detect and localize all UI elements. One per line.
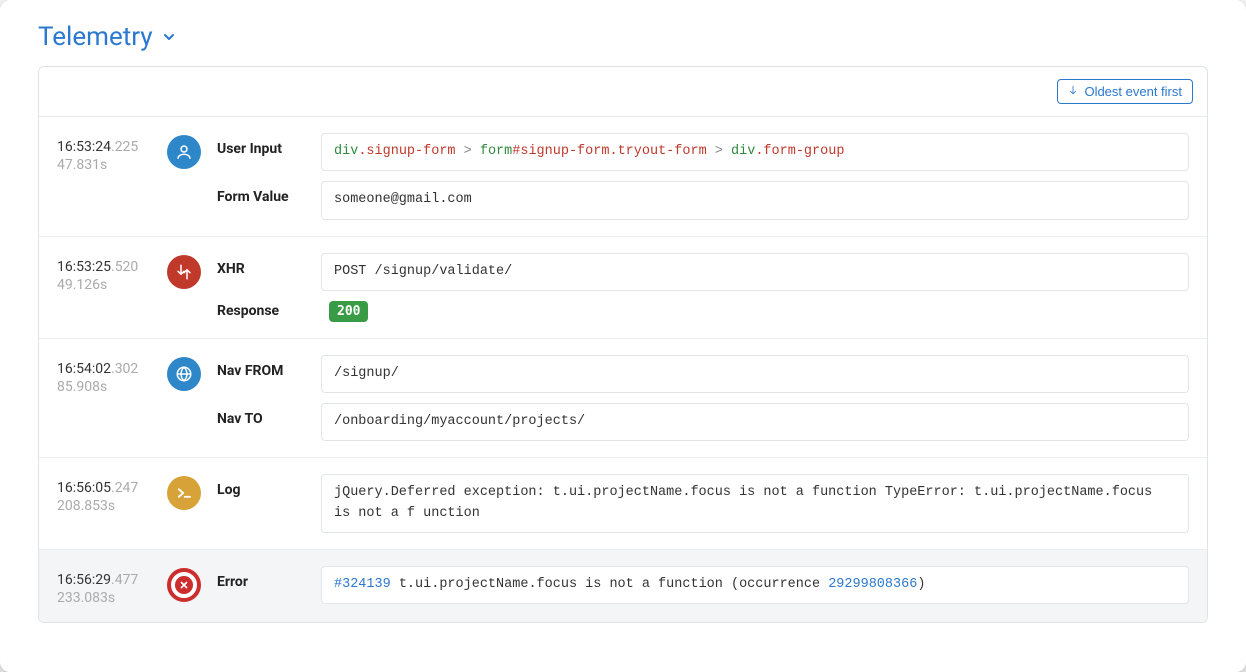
globe-icon [167,357,201,391]
event-row: 16:54:02.302 85.908s Nav FROM /signup/ N… [39,339,1207,459]
selector-value: div.signup-form > form#signup-form.tryou… [321,133,1189,171]
xhr-icon [167,255,201,289]
field-label: Response [217,303,321,319]
sort-button-label: Oldest event first [1084,84,1182,99]
timestamp: 16:56:05.247 208.853s [57,474,167,514]
field-label: User Input [217,133,321,157]
log-value: jQuery.Deferred exception: t.ui.projectN… [321,474,1189,533]
event-row: 16:56:29.477 233.083s Error #324139 t.ui… [39,550,1207,622]
field-label: Log [217,474,321,498]
field-label: Nav FROM [217,355,321,379]
error-icon [167,568,201,602]
timestamp: 16:53:24.225 47.831s [57,133,167,173]
error-value: #324139 t.ui.projectName.focus is not a … [321,566,1189,604]
arrow-down-icon [1068,84,1078,99]
nav-from-value: /signup/ [321,355,1189,393]
section-title[interactable]: Telemetry [38,22,153,52]
occurrence-link[interactable]: 29299808366 [828,577,917,592]
sort-button[interactable]: Oldest event first [1057,79,1193,104]
field-label: Form Value [217,181,321,205]
toolbar: Oldest event first [39,67,1207,117]
error-id-link[interactable]: #324139 [334,577,391,592]
user-icon [167,135,201,169]
status-badge: 200 [329,301,368,322]
telemetry-panel: Telemetry Oldest event first 16:53:24.22… [0,0,1246,672]
field-label: Error [217,566,321,590]
events-panel: Oldest event first 16:53:24.225 47.831s … [38,66,1208,623]
terminal-icon [167,476,201,510]
event-row: 16:53:24.225 47.831s User Input div.sign… [39,117,1207,237]
request-value: POST /signup/validate/ [321,253,1189,291]
field-label: Nav TO [217,403,321,427]
field-label: XHR [217,253,321,277]
nav-to-value: /onboarding/myaccount/projects/ [321,403,1189,441]
timestamp: 16:53:25.520 49.126s [57,253,167,293]
event-row: 16:53:25.520 49.126s XHR POST /signup/va… [39,237,1207,339]
timestamp: 16:56:29.477 233.083s [57,566,167,606]
event-row: 16:56:05.247 208.853s Log jQuery.Deferre… [39,458,1207,550]
section-header[interactable]: Telemetry [38,22,1208,52]
timestamp: 16:54:02.302 85.908s [57,355,167,395]
form-value: someone@gmail.com [321,181,1189,219]
chevron-down-icon[interactable] [161,29,177,45]
